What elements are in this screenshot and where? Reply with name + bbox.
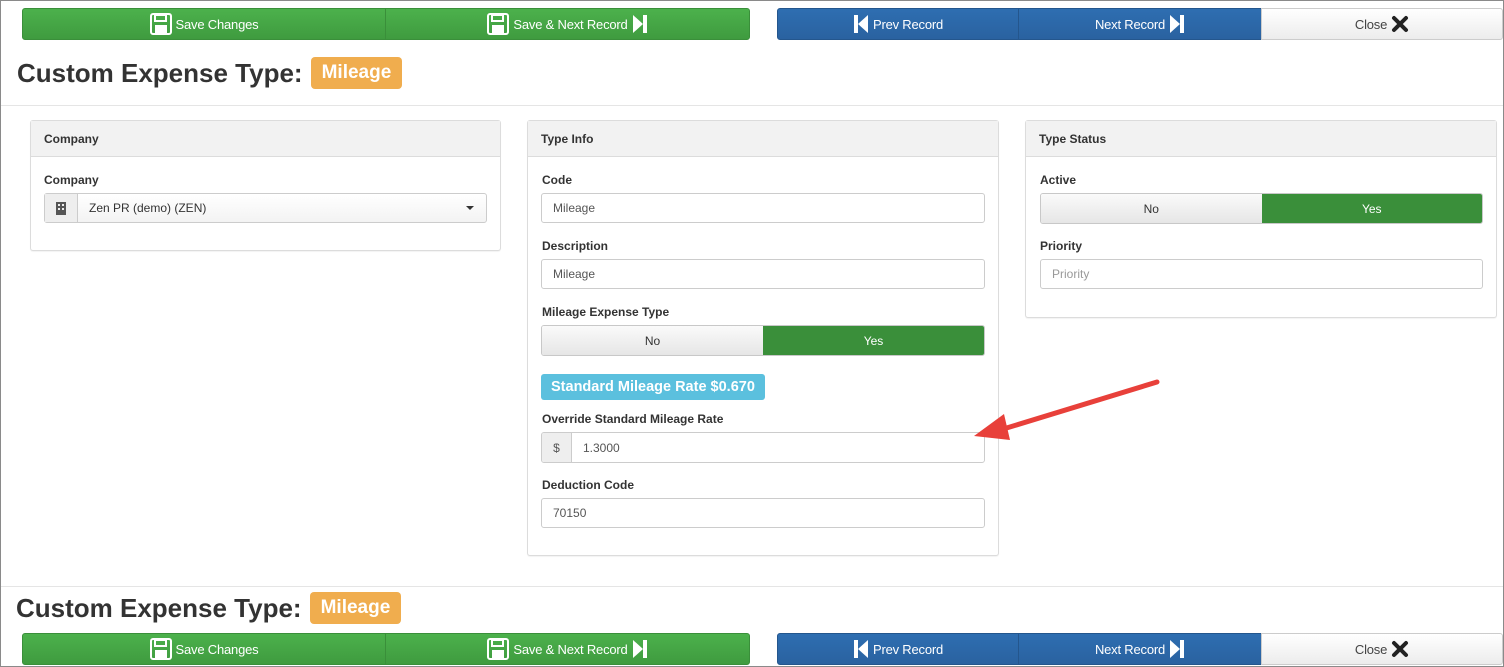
prev-record-label: Prev Record [872, 641, 944, 657]
caret-down-icon [466, 206, 474, 210]
active-no-option[interactable]: No [1041, 194, 1262, 223]
save-changes-label: Save Changes [175, 641, 259, 657]
building-icon [45, 194, 78, 222]
floppy-disk-icon [149, 638, 172, 660]
company-panel-heading: Company [31, 121, 500, 157]
active-toggle: No Yes [1040, 193, 1483, 224]
override-rate-label: Override Standard Mileage Rate [542, 412, 724, 426]
close-button[interactable]: Close [1261, 633, 1503, 665]
annotation-arrow [974, 379, 1160, 440]
floppy-disk-icon [149, 13, 172, 35]
floppy-disk-icon [487, 13, 510, 35]
step-forward-icon [1170, 640, 1185, 658]
override-rate-input-group: $ 1.3000 [541, 432, 985, 463]
expense-type-badge: Mileage [310, 57, 403, 89]
code-input[interactable]: Mileage [541, 193, 985, 223]
close-icon [1392, 641, 1409, 657]
next-record-button[interactable]: Next Record [1018, 633, 1262, 665]
code-label: Code [542, 173, 572, 187]
standard-mileage-rate-badge: Standard Mileage Rate $0.670 [541, 374, 765, 400]
save-next-record-button[interactable]: Save & Next Record [385, 633, 750, 665]
step-backward-icon [853, 640, 868, 658]
next-record-button[interactable]: Next Record [1018, 8, 1262, 40]
step-backward-icon [853, 15, 868, 33]
mileage-expense-type-toggle: No Yes [541, 325, 985, 356]
step-forward-icon [1170, 15, 1185, 33]
deduction-code-input[interactable]: 70150 [541, 498, 985, 528]
floppy-disk-icon [487, 638, 510, 660]
page-title-text: Custom Expense Type: [16, 592, 302, 623]
type-status-panel-heading: Type Status [1026, 121, 1496, 157]
save-next-record-label: Save & Next Record [513, 16, 628, 32]
save-changes-button[interactable]: Save Changes [22, 633, 386, 665]
priority-input[interactable]: Priority [1040, 259, 1483, 289]
save-next-record-label: Save & Next Record [513, 641, 628, 657]
save-next-record-button[interactable]: Save & Next Record [385, 8, 750, 40]
mileage-type-yes-option[interactable]: Yes [763, 326, 984, 355]
prev-record-button[interactable]: Prev Record [777, 633, 1019, 665]
top-toolbar: Save Changes Save & Next Record Prev Rec… [22, 8, 1503, 40]
next-record-label: Next Record [1094, 641, 1166, 657]
page-title: Custom Expense Type: Mileage [17, 57, 403, 89]
close-button[interactable]: Close [1261, 8, 1503, 40]
mileage-type-no-option[interactable]: No [542, 326, 763, 355]
save-changes-button[interactable]: Save Changes [22, 8, 386, 40]
prev-record-label: Prev Record [872, 16, 944, 32]
expense-type-badge: Mileage [309, 592, 402, 624]
bottom-toolbar: Save Changes Save & Next Record Prev Rec… [22, 633, 1503, 665]
divider [1, 105, 1503, 106]
description-label: Description [542, 239, 609, 253]
priority-label: Priority [1040, 239, 1083, 253]
deduction-code-label: Deduction Code [542, 478, 634, 492]
save-changes-label: Save Changes [175, 16, 259, 32]
description-input[interactable]: Mileage [541, 259, 985, 289]
step-forward-icon [632, 640, 647, 658]
divider [1, 586, 1503, 587]
prev-record-button[interactable]: Prev Record [777, 8, 1019, 40]
currency-addon: $ [542, 433, 572, 462]
next-record-label: Next Record [1094, 16, 1166, 32]
type-info-panel-heading: Type Info [528, 121, 998, 157]
close-icon [1392, 16, 1409, 32]
step-forward-icon [632, 15, 647, 33]
company-select[interactable]: Zen PR (demo) (ZEN) [44, 193, 487, 223]
mileage-expense-type-label: Mileage Expense Type [542, 305, 670, 319]
close-label: Close [1354, 16, 1388, 32]
override-rate-input[interactable]: 1.3000 [572, 433, 984, 462]
active-yes-option[interactable]: Yes [1261, 194, 1482, 223]
close-label: Close [1354, 641, 1388, 657]
page-title-footer: Custom Expense Type: Mileage [16, 592, 402, 624]
company-panel: Company [30, 120, 501, 251]
company-label: Company [44, 173, 99, 187]
page-title-text: Custom Expense Type: [17, 57, 303, 88]
company-select-value: Zen PR (demo) (ZEN) [89, 201, 207, 215]
active-label: Active [1040, 173, 1077, 187]
